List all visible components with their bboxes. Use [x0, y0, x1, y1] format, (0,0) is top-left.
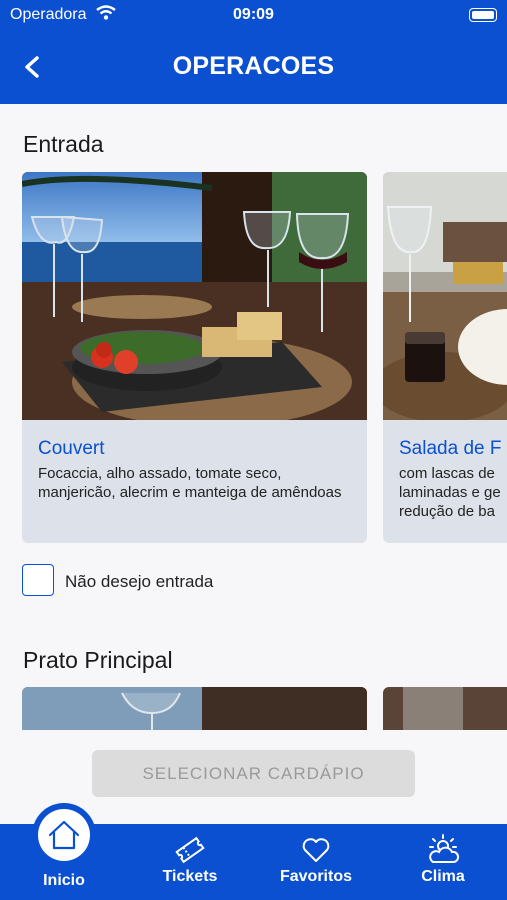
home-tab-inner[interactable]	[38, 809, 90, 861]
weather-icon	[429, 834, 460, 863]
nav-bar: OPERACOES	[0, 40, 507, 94]
menu-item-description: com lascas de laminadas e ge redução de …	[399, 465, 501, 520]
ticket-icon	[175, 836, 205, 864]
tab-tickets[interactable]: Tickets	[140, 824, 240, 900]
section-title-entrada: Entrada	[23, 131, 104, 157]
menu-item-card-couvert[interactable]: Couvert Focaccia, alho assado, tomate se…	[22, 172, 367, 543]
prato-principal-card[interactable]	[22, 687, 367, 730]
select-menu-button[interactable]: SELECIONAR CARDÁPIO	[92, 750, 415, 797]
tab-favoritos[interactable]: Favoritos	[266, 824, 366, 900]
battery-icon	[469, 8, 497, 22]
salada-photo	[383, 172, 507, 420]
couvert-photo	[22, 172, 367, 420]
tab-label: Clima	[421, 868, 465, 885]
app-header: Operadora 09:09 OPERACOES	[0, 0, 507, 104]
status-bar: Operadora 09:09	[0, 0, 507, 30]
prato-principal-photo	[22, 687, 367, 730]
menu-item-name: Couvert	[38, 438, 105, 459]
tab-label: Tickets	[162, 868, 218, 885]
prato-principal-photo-2	[383, 687, 507, 730]
home-icon	[48, 820, 80, 850]
no-entrada-label: Não desejo entrada	[65, 572, 214, 591]
menu-item-name: Salada de F	[399, 438, 502, 459]
tab-label: Favoritos	[279, 868, 352, 885]
menu-item-card-salada[interactable]: Salada de F com lascas de laminadas e ge…	[383, 172, 507, 543]
page-title: OPERACOES	[172, 52, 335, 80]
menu-item-description: Focaccia, alho assado, tomate seco, manj…	[38, 465, 342, 501]
tab-clima[interactable]: Clima	[393, 824, 493, 900]
section-title-prato-principal: Prato Principal	[23, 647, 173, 673]
heart-icon	[302, 838, 330, 862]
tab-label: Inicio	[43, 872, 85, 889]
clock: 09:09	[233, 6, 274, 23]
no-entrada-checkbox[interactable]	[22, 564, 54, 596]
prato-principal-card-2[interactable]	[383, 687, 507, 730]
